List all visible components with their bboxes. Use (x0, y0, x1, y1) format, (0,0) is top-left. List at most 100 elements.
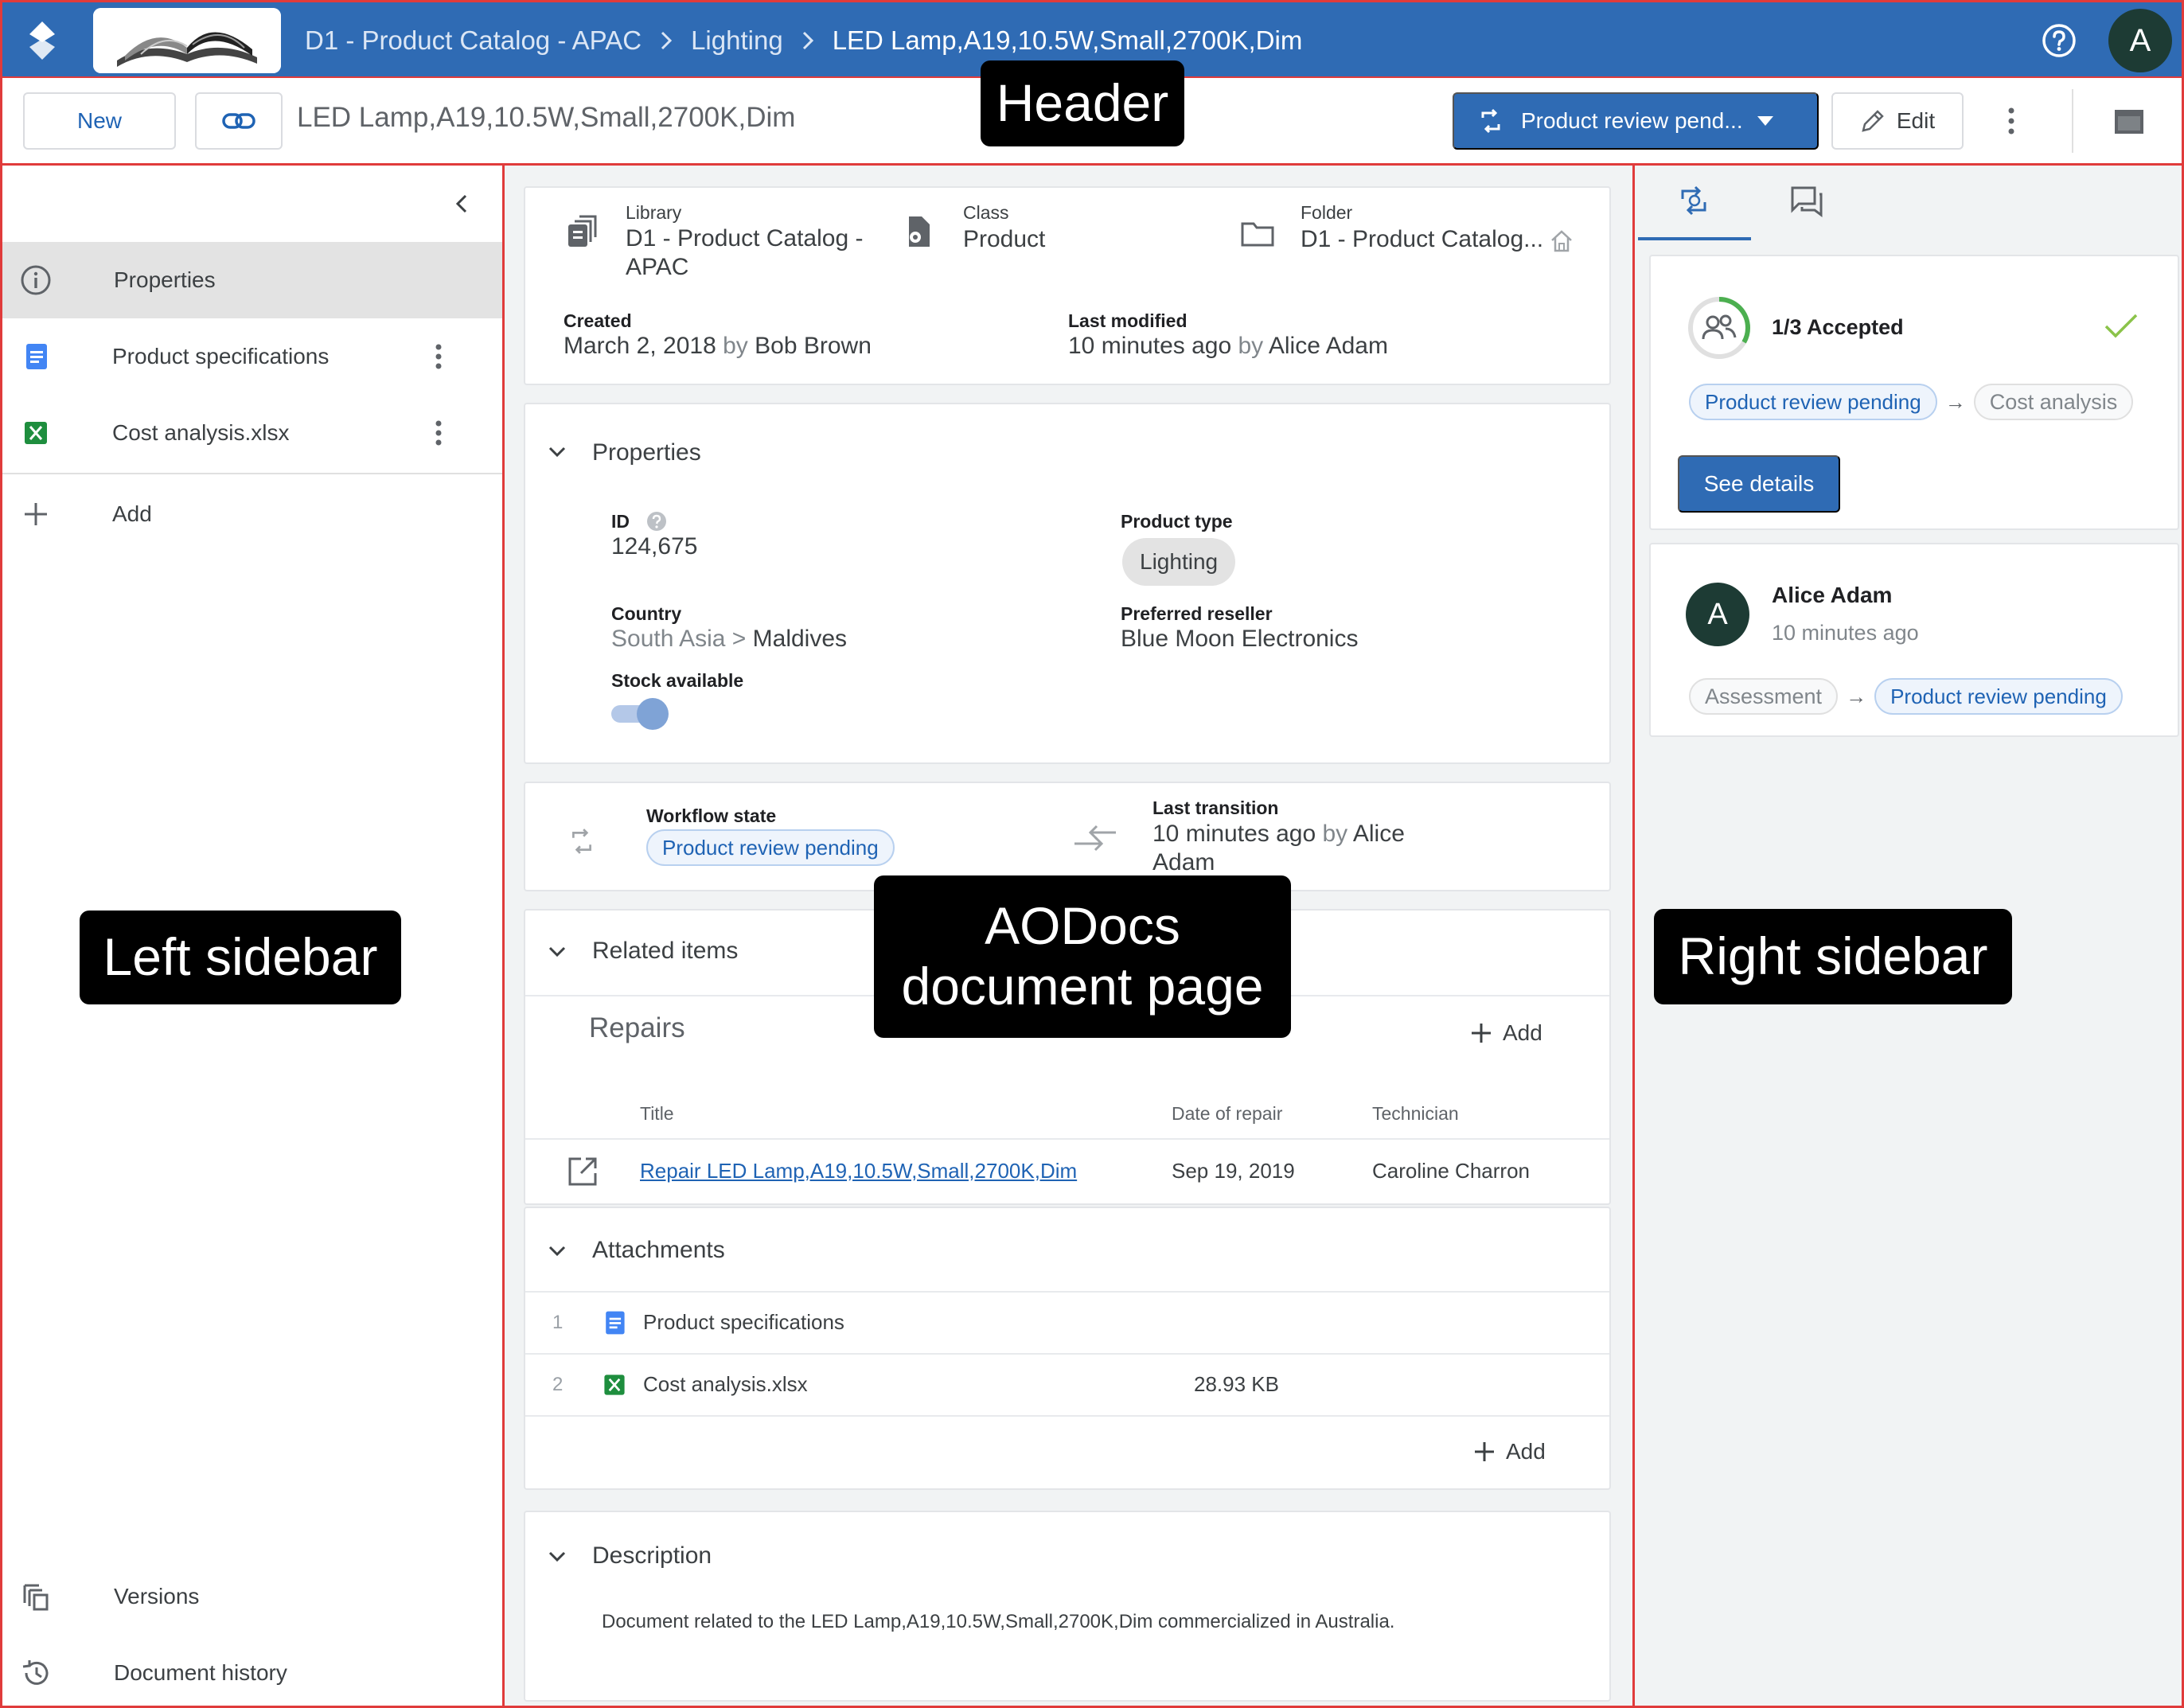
sidebar-item-versions[interactable]: Versions (2, 1558, 502, 1635)
list-item[interactable]: 2 Cost analysis.xlsx 28.93 KB (525, 1355, 1609, 1415)
id-label: ID (611, 511, 630, 532)
reseller-value: Blue Moon Electronics (1121, 626, 1359, 652)
excel-icon (25, 422, 47, 444)
right-sidebar-annotation-label: Right sidebar (1654, 909, 2012, 1004)
approval-transition: Product review pending → Cost analysis (1689, 384, 2134, 420)
plus-icon (25, 503, 47, 525)
library-value[interactable]: D1 - Product Catalog - APAC (626, 224, 863, 282)
workflow-state-label: Workflow state (646, 805, 777, 826)
plus-icon (1475, 1442, 1494, 1461)
last-transition-value: 10 minutes ago by Alice Adam (1152, 821, 1405, 875)
more-options-icon[interactable] (427, 342, 450, 371)
from-state-chip: Product review pending (1689, 384, 1937, 420)
new-button[interactable]: New (23, 92, 176, 150)
aodocs-logo-icon[interactable] (20, 18, 64, 63)
tab-workflow-icon[interactable] (1675, 181, 1713, 220)
country-label: Country (611, 603, 682, 624)
pencil-icon (1862, 110, 1884, 132)
attachments-card: Attachments 1 Product specifications 2 C… (524, 1207, 1611, 1490)
product-type-chip: Lighting (1122, 538, 1236, 586)
approval-progress-ring (1688, 297, 1750, 359)
help-icon[interactable] (2042, 23, 2077, 58)
table-row[interactable]: Repair LED Lamp,A19,10.5W,Small,2700K,Di… (525, 1140, 1609, 1203)
edit-button[interactable]: Edit (1831, 92, 1964, 150)
library-label: Library (626, 202, 682, 223)
product-type-label: Product type (1121, 511, 1233, 532)
description-card: Description Document related to the LED … (524, 1511, 1611, 1702)
see-details-button[interactable]: See details (1678, 455, 1840, 513)
related-items-section-title[interactable]: Related items (592, 938, 738, 965)
sidebar-item-document-history[interactable]: Document history (2, 1635, 502, 1708)
sidebar-item-label: Versions (114, 1584, 200, 1609)
chevron-down-icon[interactable] (546, 944, 568, 960)
divider (2072, 89, 2073, 153)
list-item[interactable]: 1 Product specifications (525, 1293, 1609, 1353)
tab-comments-icon[interactable] (1788, 181, 1826, 220)
edit-label: Edit (1896, 108, 1936, 133)
properties-section-title[interactable]: Properties (592, 439, 701, 466)
breadcrumb-folder[interactable]: Lighting (691, 25, 783, 56)
library-icon (568, 215, 597, 247)
chevron-down-icon[interactable] (546, 1243, 568, 1259)
history-transition: Assessment → Product review pending (1689, 678, 2123, 715)
repair-title-link[interactable]: Repair LED Lamp,A19,10.5W,Small,2700K,Di… (640, 1159, 1077, 1184)
description-section-title[interactable]: Description (592, 1542, 712, 1570)
to-state-chip: Product review pending (1874, 678, 2123, 715)
checkmark-icon (2104, 314, 2138, 338)
versions-icon (23, 1584, 49, 1611)
sidebar-item-product-specifications[interactable]: Product specifications (2, 318, 502, 395)
approval-status: 1/3 Accepted (1772, 315, 1904, 339)
chevron-left-icon[interactable] (448, 189, 477, 218)
add-attachment-button[interactable]: Add (1472, 1439, 1546, 1464)
plus-icon (1472, 1024, 1491, 1043)
workflow-action-button[interactable]: Product review pend... (1453, 92, 1819, 150)
active-tab-indicator (1638, 237, 1751, 240)
modified-label: Last modified (1068, 310, 1188, 331)
modified-value: 10 minutes ago by Alice Adam (1068, 333, 1388, 359)
sidebar-item-cost-analysis[interactable]: Cost analysis.xlsx (2, 395, 502, 471)
chevron-down-icon[interactable] (546, 1549, 568, 1565)
library-logo-image[interactable] (93, 8, 281, 73)
user-avatar[interactable]: A (2108, 9, 2172, 72)
sidebar-item-label: Document history (114, 1660, 287, 1685)
workflow-icon (1481, 108, 1500, 134)
more-options-icon[interactable] (427, 419, 450, 447)
repair-date: Sep 19, 2019 (1172, 1159, 1295, 1183)
approval-card: 1/3 Accepted Product review pending → Co… (1649, 255, 2179, 530)
info-icon (21, 265, 51, 295)
attachment-number: 2 (552, 1374, 564, 1395)
column-header-title[interactable]: Title (640, 1103, 674, 1125)
chevron-down-icon[interactable] (546, 444, 568, 460)
related-subtitle: Repairs (589, 1012, 685, 1043)
excel-icon (604, 1375, 625, 1395)
document-info-card: Library D1 - Product Catalog - APAC Clas… (524, 186, 1611, 385)
sidebar-item-label: Cost analysis.xlsx (112, 420, 290, 445)
toggle-panel-icon[interactable] (2113, 108, 2145, 135)
class-value: Product (963, 226, 1046, 252)
last-transition-label: Last transition (1152, 797, 1279, 818)
reseller-label: Preferred reseller (1121, 603, 1273, 624)
history-icon (22, 1660, 49, 1685)
column-header-date[interactable]: Date of repair (1172, 1103, 1282, 1125)
history-time: 10 minutes ago (1772, 621, 1919, 645)
sidebar-item-add[interactable]: Add (2, 476, 502, 552)
document-title: LED Lamp,A19,10.5W,Small,2700K,Dim (297, 102, 796, 133)
attachments-section-title[interactable]: Attachments (592, 1237, 725, 1264)
folder-value[interactable]: D1 - Product Catalog... (1301, 226, 1543, 253)
attachment-name[interactable]: Product specifications (643, 1310, 844, 1335)
breadcrumb-library[interactable]: D1 - Product Catalog - APAC (305, 25, 642, 56)
workflow-state-chip: Product review pending (646, 829, 895, 866)
stock-toggle[interactable] (611, 697, 670, 730)
column-header-technician[interactable]: Technician (1372, 1103, 1459, 1125)
sidebar-item-properties[interactable]: Properties (2, 242, 502, 318)
attachment-name[interactable]: Cost analysis.xlsx (643, 1372, 808, 1397)
attachment-size: 28.93 KB (1194, 1372, 1279, 1396)
sidebar-item-label: Add (112, 501, 152, 526)
help-icon[interactable] (646, 511, 667, 532)
copy-link-button[interactable] (195, 92, 283, 150)
divider (525, 1415, 1609, 1417)
open-in-new-icon[interactable] (567, 1156, 599, 1187)
add-related-button[interactable]: Add (1469, 1020, 1542, 1046)
more-options-icon[interactable] (1997, 105, 2026, 137)
home-icon[interactable] (1549, 229, 1574, 253)
